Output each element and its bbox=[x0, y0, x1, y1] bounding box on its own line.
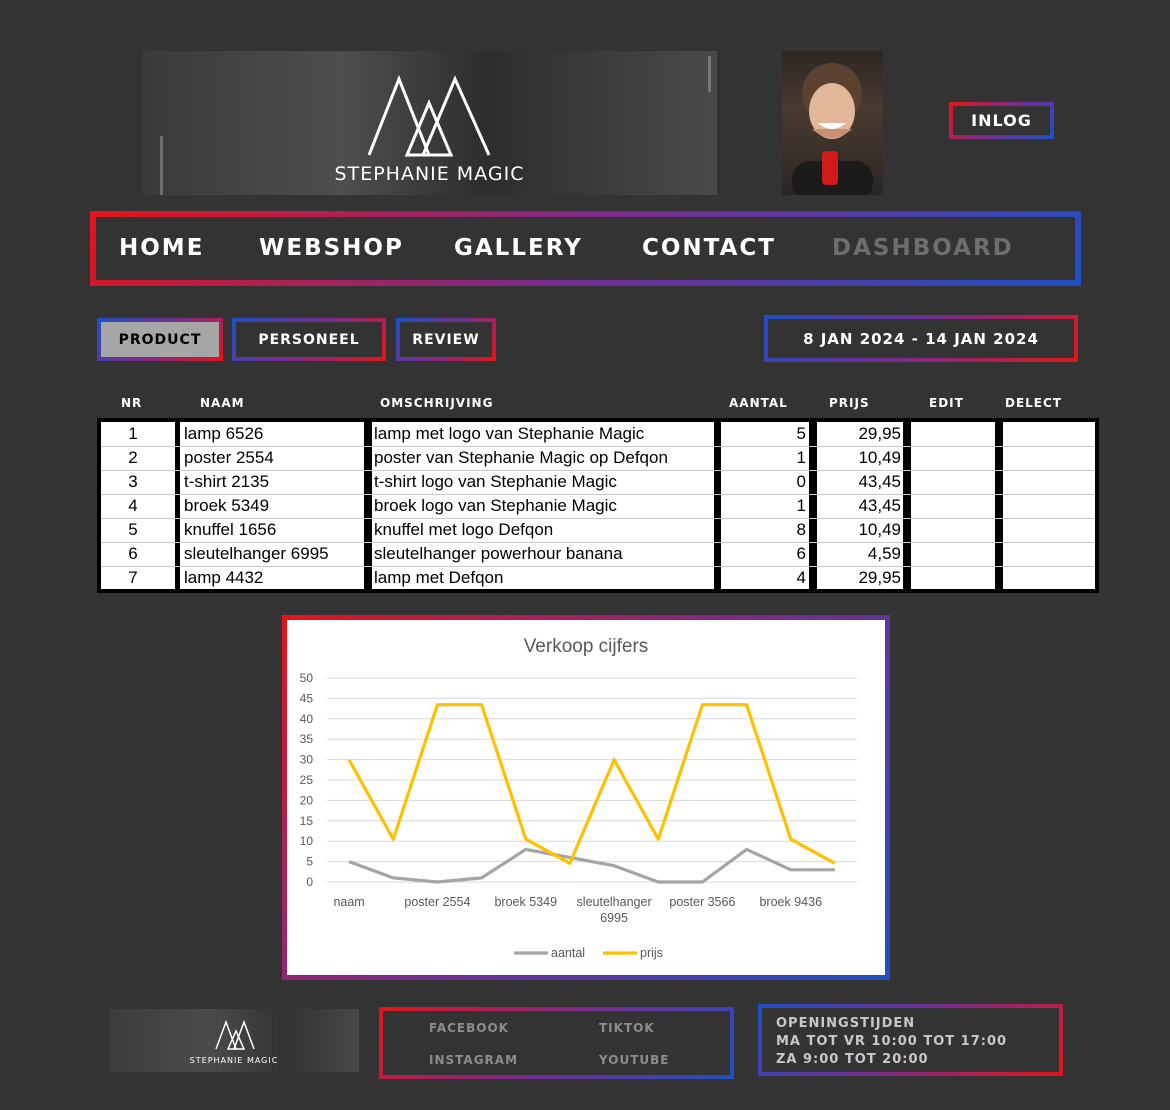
social-links: FACEBOOK TIKTOK INSTAGRAM YOUTUBE bbox=[379, 1007, 734, 1079]
sales-line-chart: Verkoop cijfers 0 5 10 15 20 25 30 35 40 45 50 naam p… bbox=[300, 636, 857, 960]
cell-prijs: 43,45 bbox=[858, 472, 901, 491]
stephanie-magic-logo-icon bbox=[367, 74, 491, 157]
cell-nr: 5 bbox=[128, 520, 138, 539]
col-header-naam: NAAM bbox=[200, 396, 245, 410]
tab-review[interactable]: REVIEW bbox=[396, 318, 496, 361]
legend-label-prijs: prijs bbox=[640, 946, 663, 960]
social-youtube-link[interactable]: YOUTUBE bbox=[599, 1053, 669, 1067]
social-tiktok-link[interactable]: TIKTOK bbox=[599, 1021, 655, 1035]
cell-prijs: 10,49 bbox=[858, 448, 901, 467]
cell-prijs: 10,49 bbox=[858, 520, 901, 539]
cell-omschrijving: poster van Stephanie Magic op Defqon bbox=[374, 448, 668, 467]
y-tick-label: 35 bbox=[300, 732, 314, 746]
cell-naam: poster 2554 bbox=[184, 448, 274, 467]
y-tick-label: 25 bbox=[300, 773, 314, 787]
y-tick-label: 45 bbox=[300, 691, 314, 705]
y-tick-label: 20 bbox=[300, 793, 314, 807]
hours-weekdays: MA TOT VR 10:00 TOT 17:00 bbox=[776, 1034, 1008, 1049]
col-header-omschrijving: OMSCHRIJVING bbox=[380, 396, 494, 410]
footer-brand-text: STEPHANIE MAGIC bbox=[189, 1056, 279, 1065]
y-tick-label: 15 bbox=[300, 814, 314, 828]
cell-naam: t-shirt 2135 bbox=[184, 472, 270, 491]
cell-aantal: 1 bbox=[796, 496, 806, 515]
nav-item-dashboard[interactable]: DASHBOARD bbox=[832, 235, 1014, 261]
tab-personeel[interactable]: PERSONEEL bbox=[232, 318, 386, 361]
x-tick-label: naam bbox=[333, 895, 364, 909]
tab-product[interactable]: PRODUCT bbox=[97, 318, 223, 361]
cell-omschrijving: t-shirt logo van Stephanie Magic bbox=[374, 472, 617, 491]
social-instagram-link[interactable]: INSTAGRAM bbox=[429, 1053, 518, 1067]
avatar bbox=[782, 51, 883, 195]
series-line-prijs bbox=[347, 703, 836, 865]
x-tick-label: poster 2554 bbox=[404, 895, 470, 909]
cell-naam: broek 5349 bbox=[184, 496, 270, 515]
nav-item-webshop[interactable]: WEBSHOP bbox=[259, 235, 404, 261]
login-button[interactable]: INLOG bbox=[949, 102, 1054, 139]
nav-item-gallery[interactable]: GALLERY bbox=[454, 235, 583, 261]
cell-omschrijving: lamp met Defqon bbox=[374, 568, 504, 587]
cell-nr: 1 bbox=[128, 424, 138, 443]
y-tick-label: 40 bbox=[300, 712, 314, 726]
col-header-prijs: PRIJS bbox=[829, 396, 870, 410]
cell-prijs: 4,59 bbox=[867, 544, 901, 563]
product-table: 1 lamp 6526 lamp met logo van Stephanie Ma… bbox=[97, 418, 1099, 593]
cell-nr: 6 bbox=[128, 544, 138, 563]
cell-omschrijving: broek logo van Stephanie Magic bbox=[374, 496, 617, 515]
cell-omschrijving: lamp met logo van Stephanie Magic bbox=[374, 424, 645, 443]
legend-label-aantal: aantal bbox=[551, 946, 585, 960]
cell-aantal: 5 bbox=[796, 424, 806, 443]
x-tick-label: 6995 bbox=[600, 911, 628, 925]
cell-aantal: 0 bbox=[796, 472, 806, 491]
footer-logo-icon bbox=[215, 1020, 255, 1050]
cell-nr: 4 bbox=[128, 496, 138, 515]
cell-aantal: 4 bbox=[796, 568, 806, 587]
y-tick-label: 30 bbox=[300, 753, 314, 767]
cell-aantal: 1 bbox=[796, 448, 806, 467]
col-header-delect: DELECT bbox=[1005, 396, 1062, 410]
chart-title: Verkoop cijfers bbox=[524, 636, 649, 657]
col-header-edit: EDIT bbox=[929, 396, 964, 410]
col-header-nr: NR bbox=[121, 396, 143, 410]
series-line-aantal bbox=[348, 847, 835, 884]
y-tick-label: 10 bbox=[300, 834, 314, 848]
cell-nr: 2 bbox=[128, 448, 138, 467]
date-range-selector[interactable]: 8 JAN 2024 - 14 JAN 2024 bbox=[764, 315, 1078, 362]
header-banner: STEPHANIE MAGIC bbox=[142, 51, 717, 195]
cell-omschrijving: knuffel met logo Defqon bbox=[374, 520, 554, 539]
nav-item-home[interactable]: HOME bbox=[119, 235, 204, 261]
nav-item-contact[interactable]: CONTACT bbox=[642, 235, 776, 261]
cell-naam: lamp 6526 bbox=[184, 424, 264, 443]
cell-aantal: 6 bbox=[796, 544, 806, 563]
x-tick-label: poster 3566 bbox=[669, 895, 735, 909]
cell-prijs: 29,95 bbox=[858, 568, 901, 587]
cell-naam: sleutelhanger 6995 bbox=[184, 544, 329, 563]
cell-prijs: 43,45 bbox=[858, 496, 901, 515]
hours-saturday: ZA 9:00 TOT 20:00 bbox=[776, 1052, 929, 1067]
x-tick-label: broek 5349 bbox=[494, 895, 557, 909]
cell-prijs: 29,95 bbox=[858, 424, 901, 443]
sales-chart: Verkoop cijfers 0 5 10 15 20 25 30 35 40 45 50 naam p… bbox=[282, 615, 890, 980]
footer-logo: STEPHANIE MAGIC bbox=[109, 1009, 359, 1072]
cell-aantal: 8 bbox=[796, 520, 806, 539]
banner-brand-text: STEPHANIE MAGIC bbox=[334, 163, 525, 185]
cell-omschrijving: sleutelhanger powerhour banana bbox=[374, 544, 623, 563]
social-facebook-link[interactable]: FACEBOOK bbox=[429, 1021, 509, 1035]
main-nav: HOME WEBSHOP GALLERY CONTACT DASHBOARD bbox=[90, 211, 1081, 286]
y-tick-label: 5 bbox=[306, 855, 313, 869]
cell-nr: 3 bbox=[128, 472, 138, 491]
hours-title: OPENINGSTIJDEN bbox=[776, 1016, 916, 1031]
cell-naam: lamp 4432 bbox=[184, 568, 264, 587]
x-tick-label: sleutelhanger bbox=[577, 895, 652, 909]
y-tick-label: 0 bbox=[306, 875, 313, 889]
cell-naam: knuffel 1656 bbox=[184, 520, 277, 539]
x-tick-label: broek 9436 bbox=[759, 895, 822, 909]
opening-hours: OPENINGSTIJDEN MA TOT VR 10:00 TOT 17:00… bbox=[758, 1004, 1063, 1076]
col-header-aantal: AANTAL bbox=[729, 396, 788, 410]
cell-nr: 7 bbox=[128, 568, 138, 587]
y-tick-label: 50 bbox=[300, 671, 314, 685]
